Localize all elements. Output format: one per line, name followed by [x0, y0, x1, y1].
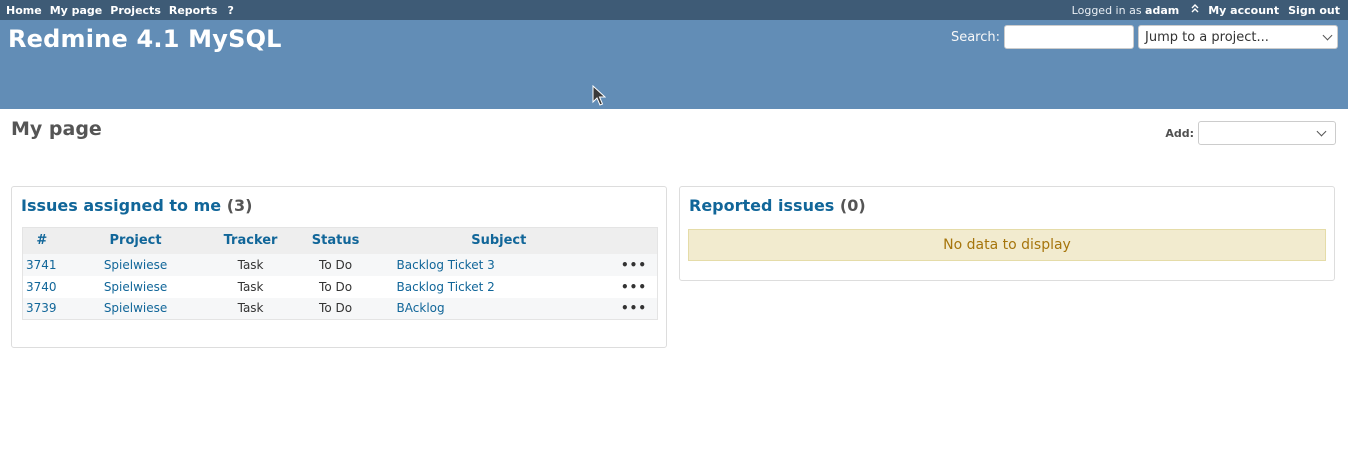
- col-subject[interactable]: Subject: [380, 227, 617, 254]
- col-project[interactable]: Project: [60, 227, 211, 254]
- table-row: 3741 Spielwiese Task To Do Backlog Ticke…: [22, 253, 658, 276]
- issue-tracker: Task: [210, 275, 291, 298]
- reported-issues-link[interactable]: Reported issues: [689, 196, 834, 215]
- top-menu: Home My page Projects Reports ? Logged i…: [0, 0, 1348, 20]
- reported-issues-box: Reported issues (0) No data to display: [679, 186, 1335, 281]
- issues-table-header: # Project Tracker Status Subject: [22, 227, 658, 254]
- table-row: 3739 Spielwiese Task To Do BAcklog •••: [22, 297, 658, 320]
- reported-issues-count: (0): [839, 196, 866, 215]
- top-menu-reports[interactable]: Reports: [169, 4, 218, 17]
- issue-tracker: Task: [210, 253, 291, 276]
- top-menu-right: Logged in as adam My account Sign out: [1072, 4, 1340, 17]
- issue-tracker: Task: [210, 297, 291, 320]
- add-label: Add:: [1165, 126, 1194, 140]
- logged-in-label: Logged in as: [1071, 3, 1142, 17]
- issues-assigned-count: (3): [226, 196, 253, 215]
- page-title: My page: [11, 118, 102, 140]
- my-account-link[interactable]: My account: [1208, 4, 1279, 17]
- chevron-down-icon: [1322, 30, 1333, 40]
- issue-subject-link[interactable]: Backlog Ticket 3: [397, 258, 495, 272]
- project-jump-placeholder: Jump to a project...: [1145, 29, 1269, 45]
- col-id[interactable]: #: [22, 227, 61, 254]
- issues-assigned-box: Issues assigned to me (3) # Project Trac…: [11, 186, 667, 348]
- top-menu-projects[interactable]: Projects: [110, 4, 161, 17]
- col-tracker[interactable]: Tracker: [210, 227, 291, 254]
- mouse-pointer-icon: [592, 84, 607, 111]
- add-block: Add:: [1165, 121, 1336, 145]
- issues-assigned-link[interactable]: Issues assigned to me: [21, 196, 221, 215]
- search-label: Search:: [950, 29, 1000, 45]
- top-menu-home[interactable]: Home: [6, 4, 42, 17]
- issue-status: To Do: [290, 253, 381, 276]
- issue-project-link[interactable]: Spielwiese: [104, 280, 167, 294]
- col-status[interactable]: Status: [290, 227, 381, 254]
- ellipsis-icon[interactable]: •••: [616, 275, 658, 298]
- no-data-message: No data to display: [688, 229, 1326, 261]
- col-actions: [616, 227, 658, 254]
- ellipsis-icon[interactable]: •••: [616, 253, 658, 276]
- double-chevron-up-icon[interactable]: [1191, 4, 1199, 16]
- top-menu-left: Home My page Projects Reports ?: [6, 4, 242, 17]
- issue-status: To Do: [290, 297, 381, 320]
- issues-table: # Project Tracker Status Subject 3741 Sp…: [22, 227, 658, 320]
- top-menu-my-page[interactable]: My page: [50, 4, 103, 17]
- issue-status: To Do: [290, 275, 381, 298]
- issue-project-link[interactable]: Spielwiese: [104, 258, 167, 272]
- header: Redmine 4.1 MySQL Search: Jump to a proj…: [0, 20, 1348, 109]
- issue-subject-link[interactable]: BAcklog: [397, 301, 445, 315]
- sign-out-link[interactable]: Sign out: [1288, 4, 1340, 17]
- project-jump-select[interactable]: Jump to a project...: [1138, 25, 1338, 49]
- top-menu-help[interactable]: ?: [227, 4, 233, 17]
- issue-project-link[interactable]: Spielwiese: [104, 301, 167, 315]
- logged-in-user[interactable]: adam: [1145, 4, 1179, 17]
- quick-search: Search: Jump to a project...: [951, 25, 1338, 49]
- issue-id-link[interactable]: 3741: [26, 258, 57, 272]
- issue-subject-link[interactable]: Backlog Ticket 2: [397, 280, 495, 294]
- table-row: 3740 Spielwiese Task To Do Backlog Ticke…: [22, 275, 658, 298]
- issue-id-link[interactable]: 3740: [26, 280, 57, 294]
- ellipsis-icon[interactable]: •••: [616, 297, 658, 320]
- reported-issues-title: Reported issues (0): [689, 196, 866, 215]
- issues-assigned-title: Issues assigned to me (3): [21, 196, 252, 215]
- add-block-select[interactable]: [1198, 121, 1336, 145]
- app-title: Redmine 4.1 MySQL: [8, 25, 282, 53]
- chevron-down-icon: [1316, 126, 1327, 136]
- search-input[interactable]: [1004, 25, 1134, 49]
- logged-in-as: Logged in as adam: [1072, 4, 1180, 17]
- issue-id-link[interactable]: 3739: [26, 301, 57, 315]
